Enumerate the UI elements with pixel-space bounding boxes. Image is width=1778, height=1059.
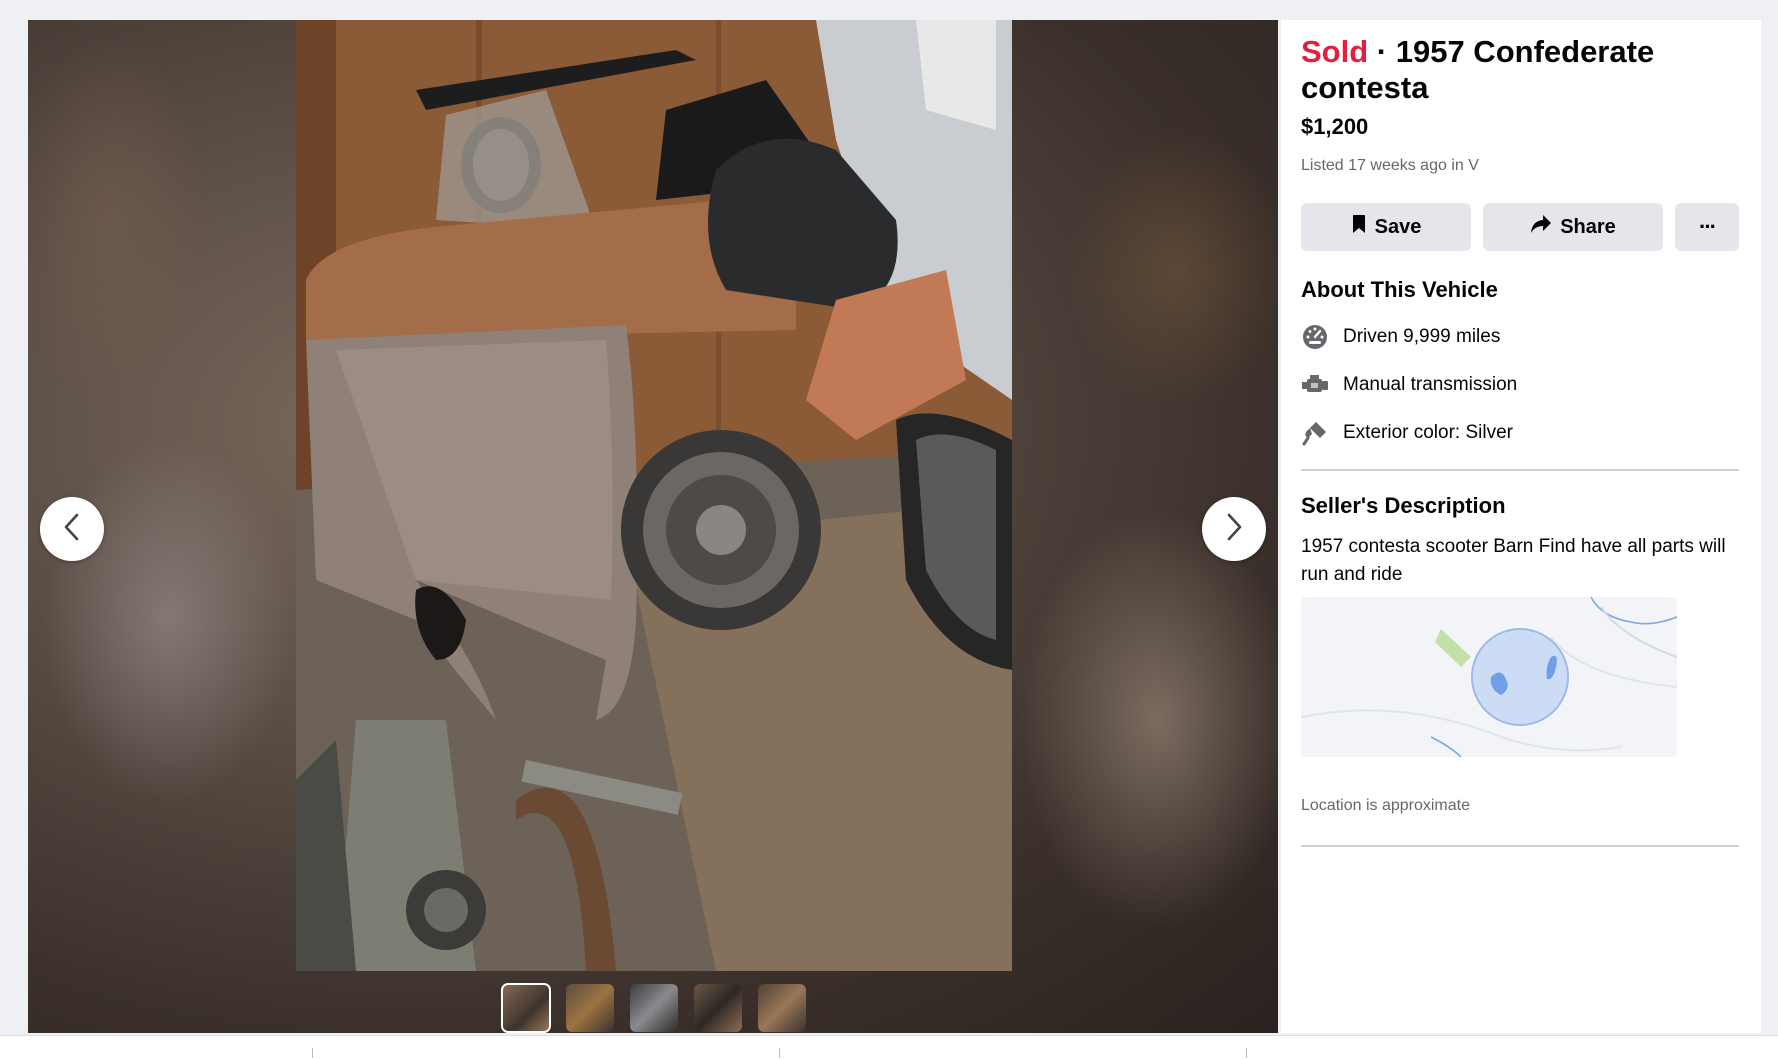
speedometer-icon [1301,323,1329,351]
color-text: Exterior color: Silver [1343,422,1513,443]
location-approximate-note: Location is approximate [1301,797,1470,814]
column-divider [1246,1048,1247,1058]
thumbnail-3[interactable] [630,984,678,1032]
about-vehicle-heading: About This Vehicle [1301,277,1498,302]
seller-description-text: 1957 contesta scooter Barn Find have all… [1301,536,1726,585]
listing-time-location: Listed 17 weeks ago in V [1301,157,1479,174]
bookmark-icon [1351,214,1367,240]
chevron-left-icon [61,512,83,547]
section-divider [1301,469,1739,471]
title-separator: · [1368,34,1396,69]
thumbnail-strip [501,983,806,1033]
location-map[interactable] [1301,597,1677,757]
vehicle-attribute-color: Exterior color: Silver [1301,419,1739,447]
share-arrow-icon [1530,214,1552,240]
seller-description-heading: Seller's Description [1301,493,1506,518]
vehicle-attribute-transmission: Manual transmission [1301,371,1739,399]
listing-photo [296,20,1012,971]
previous-photo-button[interactable] [40,497,104,561]
thumbnail-5[interactable] [758,984,806,1032]
thumbnail-4[interactable] [694,984,742,1032]
listing-title: Sold · 1957 Confederate contesta [1301,34,1739,106]
action-bar: Save Share ··· [1301,203,1739,251]
section-divider-bottom [1301,845,1739,847]
transmission-text: Manual transmission [1343,374,1518,395]
bottom-content-strip [0,1035,1778,1059]
save-button[interactable]: Save [1301,203,1471,251]
share-button[interactable]: Share [1483,203,1663,251]
sold-label: Sold [1301,34,1369,69]
engine-icon [1301,371,1329,399]
vehicle-attribute-mileage: Driven 9,999 miles [1301,323,1739,351]
listing-details-panel: Sold · 1957 Confederate contesta $1,200 … [1281,20,1761,1033]
thumbnail-2[interactable] [566,984,614,1032]
paint-brush-icon [1301,419,1329,447]
media-viewer [28,20,1278,1033]
listing-price: $1,200 [1301,114,1369,139]
more-options-button[interactable]: ··· [1675,203,1739,251]
next-photo-button[interactable] [1202,497,1266,561]
mileage-text: Driven 9,999 miles [1343,326,1501,347]
thumbnail-1[interactable] [501,983,551,1033]
save-button-label: Save [1374,215,1422,238]
more-dots-icon: ··· [1699,214,1717,239]
column-divider [779,1048,780,1058]
share-button-label: Share [1560,215,1616,238]
chevron-right-icon [1223,512,1245,547]
column-divider [312,1048,313,1058]
